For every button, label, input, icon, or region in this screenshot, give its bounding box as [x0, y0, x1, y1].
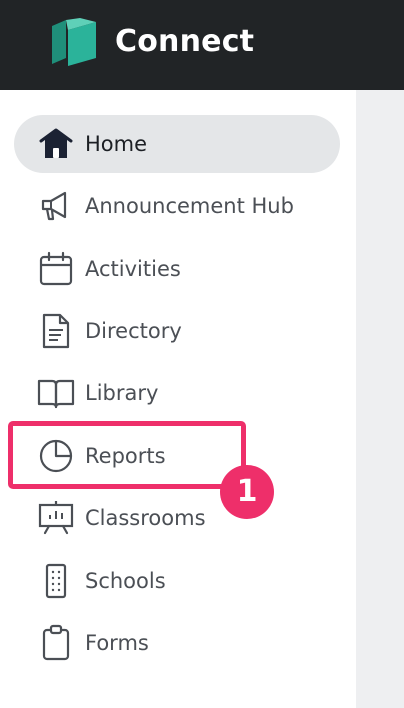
sidebar-item-label: Directory: [85, 319, 182, 343]
sidebar-item-forms[interactable]: Forms: [14, 614, 340, 672]
building-icon: [36, 561, 76, 601]
sidebar-item-activities[interactable]: Activities: [14, 240, 340, 298]
sidebar-item-home[interactable]: Home: [14, 115, 340, 173]
sidebar-item-label: Announcement Hub: [85, 194, 294, 218]
calendar-icon: [36, 249, 76, 289]
sidebar-item-label: Schools: [85, 569, 166, 593]
sidebar-item-label: Forms: [85, 631, 149, 655]
sidebar-item-label: Activities: [85, 257, 181, 281]
main-content-area: [356, 90, 404, 708]
sidebar-item-classrooms[interactable]: Classrooms: [14, 489, 340, 547]
megaphone-icon: [36, 186, 76, 226]
connect-logo-icon[interactable]: [50, 18, 98, 68]
clipboard-icon: [36, 623, 76, 663]
sidebar-item-directory[interactable]: Directory: [14, 302, 340, 360]
sidebar-item-schools[interactable]: Schools: [14, 552, 340, 610]
sidebar-item-library[interactable]: Library: [14, 364, 340, 422]
step-badge: 1: [220, 465, 274, 519]
app-window: Connect Home Announcement Hub Activities…: [0, 0, 404, 708]
presentation-board-icon: [36, 498, 76, 538]
book-icon: [36, 373, 76, 413]
document-icon: [36, 311, 76, 351]
sidebar-item-label: Classrooms: [85, 506, 206, 530]
sidebar-item-announcement-hub[interactable]: Announcement Hub: [14, 177, 340, 235]
sidebar-item-label: Home: [85, 132, 148, 156]
highlight-box: [8, 421, 246, 489]
brand-name: Connect: [115, 24, 255, 59]
top-bar: Connect: [0, 0, 404, 90]
sidebar-item-label: Library: [85, 381, 159, 405]
home-icon: [36, 124, 76, 164]
